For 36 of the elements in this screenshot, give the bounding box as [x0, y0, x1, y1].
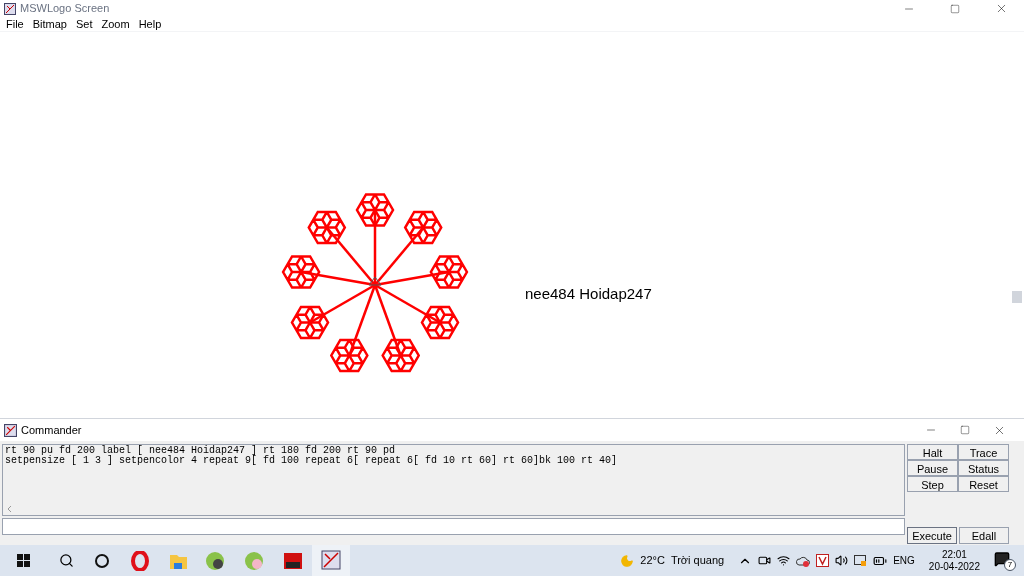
command-button[interactable]: Trace	[958, 444, 1009, 460]
command-button[interactable]: Step	[907, 476, 958, 492]
language-indicator[interactable]: ENG	[893, 553, 915, 568]
menu-item[interactable]: File	[6, 15, 24, 33]
app-icon	[4, 2, 16, 15]
restore-icon	[950, 3, 960, 14]
weather-temperature[interactable]: 22°C	[640, 552, 665, 569]
maximize-icon	[960, 425, 970, 435]
edall-button[interactable]: Edall	[959, 527, 1009, 544]
commander-title: Commander	[21, 422, 82, 438]
weather-text[interactable]: Trời quang	[670, 552, 725, 569]
menu-item[interactable]: Bitmap	[32, 15, 67, 33]
history-box[interactable]: rt 90 pu fd 200 label [ nee484 Hoidap247 ] rt 180 fd 200 rt 90 pd setpensize [ 1 3 ] setpencolor 4 repeat 9[ fd 100 repeat 6[ repeat 6[ fd 10 rt 60] rt 60]bk 100 rt 40]	[2, 444, 905, 516]
history-line: setpensize [ 1 3 ] setpencolor 4 repeat 9[ fd 100 repeat 6[ repeat 6[ fd 10 rt 60] rt 60]bk 100 rt 40]	[5, 456, 618, 466]
clock-date: 20-04-2022	[928, 560, 980, 573]
command-button[interactable]: Halt	[907, 444, 958, 460]
window-title: MSWLogo Screen	[20, 1, 110, 17]
camera-icon[interactable]	[758, 554, 772, 567]
app-icon	[4, 423, 17, 437]
clock[interactable]: 22:01 20-04-2022	[920, 548, 988, 573]
menu-item[interactable]: Help	[138, 15, 162, 33]
menu-item[interactable]: Set	[76, 15, 93, 33]
canvas-label: nee484 Hoidap247	[525, 284, 652, 304]
speaker-icon[interactable]	[835, 554, 849, 567]
v-app-icon[interactable]	[816, 554, 830, 567]
display-icon[interactable]	[854, 554, 868, 567]
command-input-field[interactable]	[2, 518, 905, 535]
command-button[interactable]: Reset	[958, 476, 1009, 492]
command-button[interactable]: Pause	[907, 460, 958, 476]
cloud-icon[interactable]	[796, 554, 811, 567]
history-line: rt 90 pu fd 200 label [ nee484 Hoidap247 ] rt 180 fd 200 rt 90 pd	[5, 446, 396, 456]
execute-button[interactable]: Execute	[907, 527, 957, 544]
wifi-icon[interactable]	[777, 554, 791, 567]
menu-item[interactable]: Zoom	[101, 15, 130, 33]
clock-time: 22:01	[941, 548, 967, 561]
command-button[interactable]: Status	[958, 460, 1009, 476]
